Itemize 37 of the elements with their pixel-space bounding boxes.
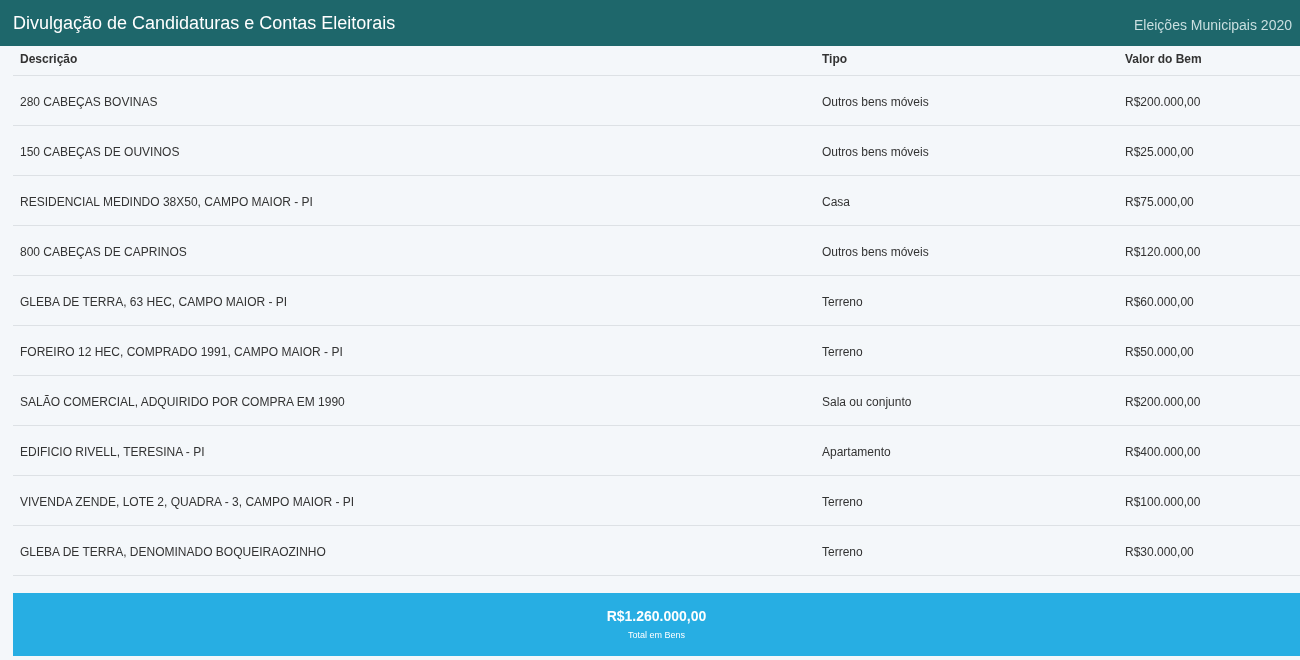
table-cell: Outros bens móveis (822, 144, 929, 159)
table-cell: R$75.000,00 (1125, 194, 1194, 209)
table-cell: 150 CABEÇAS DE OUVINOS (20, 144, 180, 159)
table-cell: Casa (822, 194, 850, 209)
table-cell: Terreno (822, 494, 863, 509)
table-cell: Outros bens móveis (822, 94, 929, 109)
table-cell: EDIFICIO RIVELL, TERESINA - PI (20, 444, 205, 459)
table-cell: R$25.000,00 (1125, 144, 1194, 159)
column-header: Descrição (20, 52, 78, 66)
table-cell: 800 CABEÇAS DE CAPRINOS (20, 244, 187, 259)
total-label: Total em Bens (628, 629, 685, 643)
table-cell: Terreno (822, 544, 863, 559)
table-cell: SALÃO COMERCIAL, ADQUIRIDO POR COMPRA EM 1990 (20, 394, 345, 409)
table-cell: R$100.000,00 (1125, 494, 1201, 509)
table-cell: R$200.000,00 (1125, 394, 1201, 409)
table-cell: GLEBA DE TERRA, DENOMINADO BOQUEIRAOZINHO (20, 544, 326, 559)
table-cell: R$400.000,00 (1125, 444, 1201, 459)
table-cell: R$200.000,00 (1125, 94, 1201, 109)
table-cell: 280 CABEÇAS BOVINAS (20, 94, 158, 109)
table-cell: Terreno (822, 344, 863, 359)
table-cell: RESIDENCIAL MEDINDO 38X50, CAMPO MAIOR - PI (20, 194, 313, 209)
page-title: Divulgação de Candidaturas e Contas Eleitorais (13, 11, 396, 35)
table-cell: Terreno (822, 294, 863, 309)
table-cell: Apartamento (822, 444, 891, 459)
table-cell: R$30.000,00 (1125, 544, 1194, 559)
column-header: Tipo (822, 52, 848, 66)
table-cell: VIVENDA ZENDE, LOTE 2, QUADRA - 3, CAMPO MAIOR - PI (20, 494, 355, 509)
table-cell: FOREIRO 12 HEC, COMPRADO 1991, CAMPO MAIOR - PI (20, 344, 343, 359)
table-cell: Outros bens móveis (822, 244, 929, 259)
total-value: R$1.260.000,00 (606, 607, 707, 627)
election-label: Eleições Municipais 2020 (1134, 15, 1292, 35)
table-cell: R$120.000,00 (1125, 244, 1201, 259)
table-cell: R$50.000,00 (1125, 344, 1194, 359)
table-cell: GLEBA DE TERRA, 63 HEC, CAMPO MAIOR - PI (20, 294, 288, 309)
table-cell: R$60.000,00 (1125, 294, 1194, 309)
column-header: Valor do Bem (1125, 52, 1202, 66)
table-cell: Sala ou conjunto (822, 394, 912, 409)
